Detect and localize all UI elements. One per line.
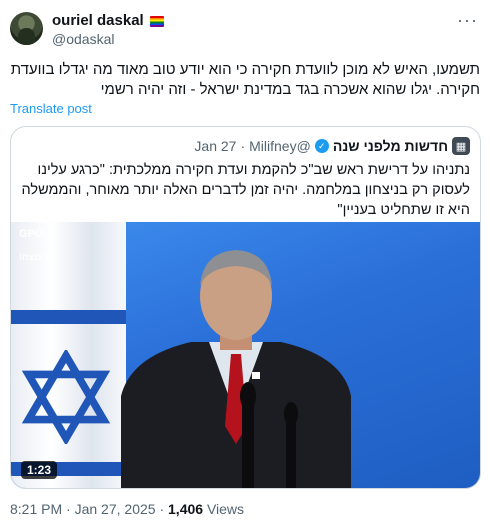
quoted-date[interactable]: Jan 27 [194,138,236,154]
view-count: 1,406 [168,501,204,517]
post-time[interactable]: 8:21 PM [10,501,62,517]
author-name-row[interactable]: ouriel daskal [52,12,164,30]
translate-link[interactable]: Translate post [10,101,92,116]
quoted-handle[interactable]: @Milifney [249,138,311,154]
author-handle[interactable]: @odaskal [52,31,114,48]
rainbow-flag-icon [149,15,164,27]
speaker-figure [121,250,351,488]
video-player[interactable]: GPO יחד ננצח! 1:23 [11,222,480,488]
separator-dot: · [159,501,165,517]
quoted-avatar-calendar-icon[interactable]: ▦ [452,137,470,155]
quoted-post-header: ▦ חדשות מלפני שנה ✓ @Milifney · Jan 27 [11,136,480,156]
video-duration-badge: 1:23 [21,461,58,479]
post-meta: 8:21 PM · Jan 27, 2025 · 1,406 Views [10,501,244,517]
star-of-david-icon [21,350,111,444]
separator-dot: · [66,501,71,517]
quoted-text: נתניהו על דרישת ראש שב"כ להקמת ועדת חקיר… [21,162,470,218]
quoted-display-name[interactable]: חדשות מלפני שנה [333,138,448,154]
post-date[interactable]: Jan 27, 2025 [75,501,156,517]
gpo-slogan: יחד ננצח! [19,252,59,262]
separator-dot: · [240,138,246,154]
post-text: תשמעו, האיש לא מוכן לוועדת חקירה כי הוא … [10,61,480,98]
quoted-post[interactable]: ▦ חדשות מלפני שנה ✓ @Milifney · Jan 27 נ… [10,126,481,489]
views-label: Views [206,501,245,517]
gpo-logo: GPO [19,228,44,240]
more-icon[interactable]: ··· [457,10,478,31]
author-display-name[interactable]: ouriel daskal [52,12,144,30]
avatar[interactable] [10,12,43,45]
verified-badge-icon: ✓ [314,139,329,153]
